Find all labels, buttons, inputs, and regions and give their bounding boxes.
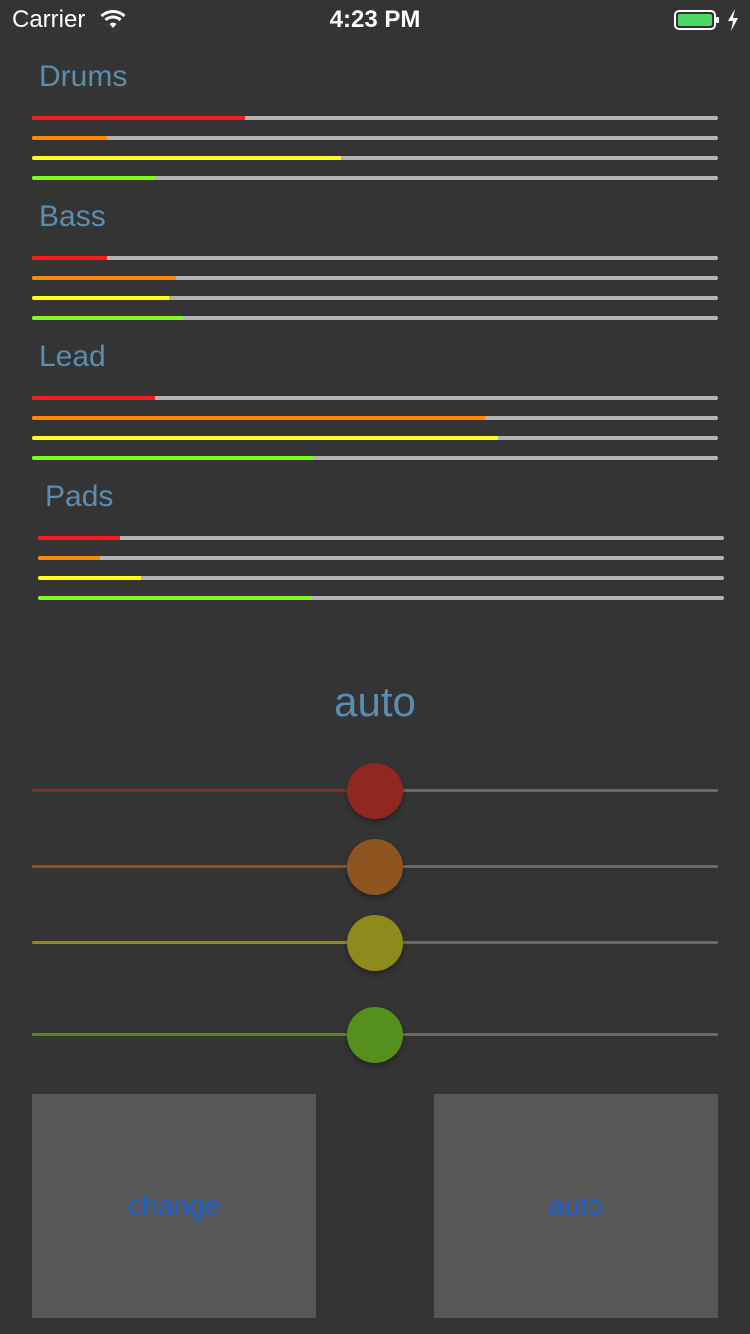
slider-yellow[interactable] <box>32 913 718 973</box>
meter-lead-yellow <box>32 436 718 440</box>
section-title-bass: Bass <box>39 200 106 233</box>
clock: 4:23 PM <box>329 6 421 33</box>
meter-fill <box>38 596 312 600</box>
meter-fill <box>32 296 169 300</box>
slider-thumb[interactable] <box>347 1007 403 1063</box>
meter-bass-red <box>32 256 718 260</box>
mode-label: auto <box>334 678 416 725</box>
meter-pads-yellow <box>38 576 724 580</box>
meter-fill <box>32 316 183 320</box>
section-title-lead: Lead <box>39 340 106 373</box>
slider-thumb[interactable] <box>347 839 403 895</box>
meter-bass-green <box>32 316 718 320</box>
section-title-pads: Pads <box>45 480 114 513</box>
meter-fill <box>32 116 245 120</box>
meter-fill <box>32 176 155 180</box>
meter-fill <box>32 416 485 420</box>
meter-fill <box>32 456 313 460</box>
slider-red[interactable] <box>32 761 718 821</box>
meter-lead-green <box>32 456 718 460</box>
slider-track-fill <box>32 941 375 944</box>
meter-fill <box>32 136 107 140</box>
slider-track-fill <box>32 1033 375 1036</box>
section-title-drums: Drums <box>39 60 128 93</box>
charging-bolt-icon <box>728 9 738 31</box>
meter-fill <box>32 436 498 440</box>
meter-lead-orange <box>32 416 718 420</box>
screen: Carrier 4:23 PM Drums Bass Lead Pads aut… <box>0 0 750 1334</box>
meter-drums-green <box>32 176 718 180</box>
meter-bass-yellow <box>32 296 718 300</box>
meter-fill <box>38 556 100 560</box>
meter-fill <box>38 536 120 540</box>
meter-pads-red <box>38 536 724 540</box>
meter-fill <box>32 276 176 280</box>
slider-orange[interactable] <box>32 837 718 897</box>
meter-fill <box>32 256 107 260</box>
auto-button[interactable]: auto <box>434 1094 718 1318</box>
slider-track-fill <box>32 789 375 792</box>
change-button[interactable]: change <box>32 1094 316 1318</box>
meter-lead-red <box>32 396 718 400</box>
meter-drums-yellow <box>32 156 718 160</box>
slider-track-fill <box>32 865 375 868</box>
meter-fill <box>32 396 155 400</box>
meter-drums-red <box>32 116 718 120</box>
meter-drums-orange <box>32 136 718 140</box>
meter-fill <box>38 576 141 580</box>
status-bar: Carrier 4:23 PM <box>0 0 750 40</box>
meter-pads-orange <box>38 556 724 560</box>
meter-pads-green <box>38 596 724 600</box>
battery-icon <box>674 10 719 30</box>
meter-bass-orange <box>32 276 718 280</box>
slider-thumb[interactable] <box>347 763 403 819</box>
slider-green[interactable] <box>32 1005 718 1065</box>
slider-thumb[interactable] <box>347 915 403 971</box>
meter-fill <box>32 156 341 160</box>
